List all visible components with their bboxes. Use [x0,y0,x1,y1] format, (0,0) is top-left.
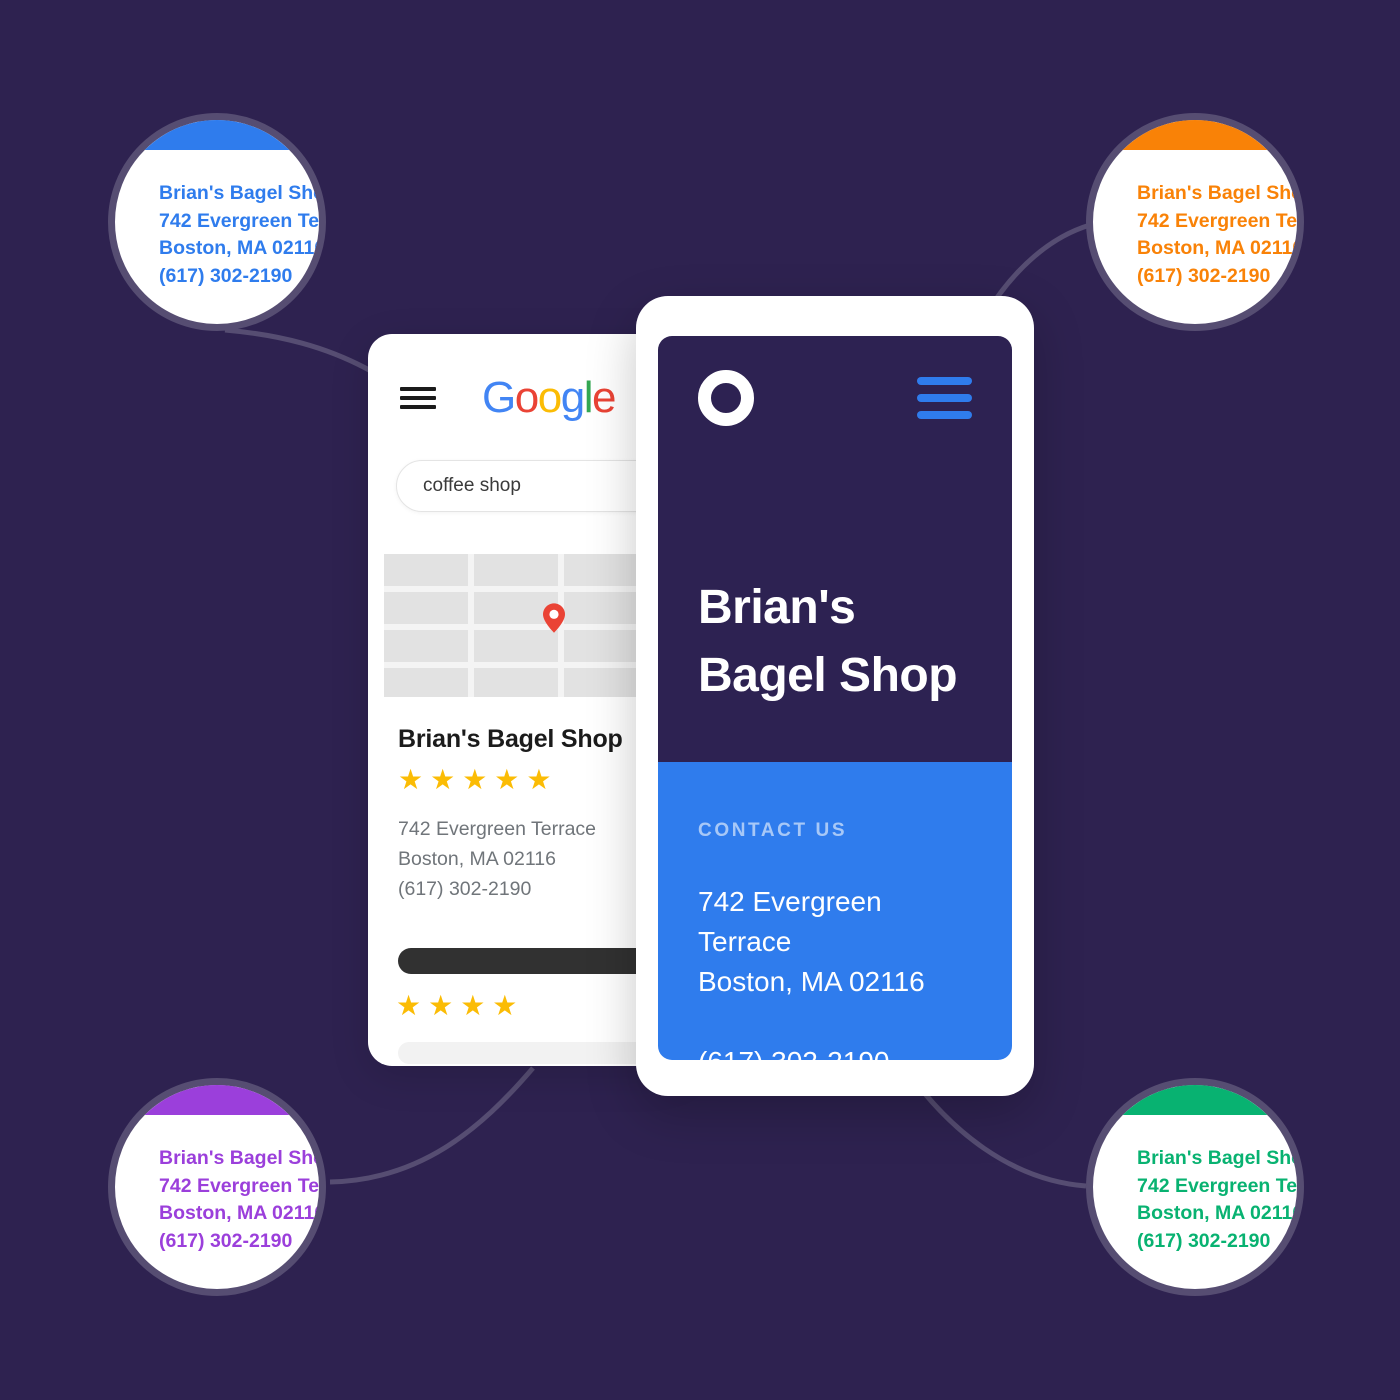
citation-line-street: 742 Evergreen Terrace [159,209,326,232]
citation-bubble-top-left[interactable]: Brian's Bagel Shop 742 Evergreen Terrace… [108,113,326,331]
hamburger-bar [917,394,972,402]
map-block [384,630,468,662]
citation-bubble-bottom-left[interactable]: Brian's Bagel Shop 742 Evergreen Terrace… [108,1078,326,1296]
google-logo-letter: g [560,373,585,422]
citation-text-block: Brian's Bagel Shop 742 Evergreen Terrace… [159,180,326,290]
site-contact-section: CONTACT US 742 Evergreen Terrace Boston,… [658,762,1012,1060]
citation-text-block: Brian's Bagel Shop 742 Evergreen Terrace… [1137,1145,1304,1255]
connector-bottom-left [329,1066,535,1185]
site-hero-title: Brian's Bagel Shop [698,574,958,710]
citation-line-phone: (617) 302-2190 [1137,264,1271,287]
google-logo-letter: o [537,373,562,422]
google-logo-letter: o [514,373,539,422]
hamburger-icon[interactable] [917,377,972,419]
site-hero-title-line1: Brian's [698,581,856,634]
search-input-value: coffee shop [423,475,521,496]
hamburger-bar [917,377,972,385]
citation-line-street: 742 Evergreen Terrace [1137,1174,1304,1197]
citation-line-phone: (617) 302-2190 [159,264,293,287]
hamburger-bar [917,411,972,419]
citation-line-street: 742 Evergreen Terrace [1137,209,1304,232]
site-hero-section: Brian's Bagel Shop [658,336,1012,762]
google-logo: Google [482,373,616,422]
contact-address-line1: 742 Evergreen Terrace [698,886,882,957]
map-block [384,668,468,697]
citation-accent-bar [1093,120,1297,150]
map-block [474,630,558,662]
site-nav-row [698,370,972,426]
google-logo-letter: G [482,373,516,422]
hamburger-bar [400,396,436,400]
citation-line-name: Brian's Bagel Shop [159,182,326,204]
citation-line-street: 742 Evergreen Terrace [159,1174,326,1197]
citation-line-city: Boston, MA 02116 [159,237,326,259]
citation-line-city: Boston, MA 02116 [1137,237,1304,259]
contact-address-line2: Boston, MA 02116 [698,966,925,997]
hamburger-bar [400,387,436,391]
google-logo-letter: l [583,373,594,422]
hamburger-bar [400,405,436,409]
map-block [384,592,468,624]
citation-line-name: Brian's Bagel Shop [1137,182,1304,204]
hamburger-icon[interactable] [400,385,436,411]
contact-phone: (617) 302-2190 [698,1042,972,1060]
map-block [474,554,558,586]
citation-accent-bar [115,1085,319,1115]
citation-accent-bar [115,120,319,150]
bagel-ring-logo-icon[interactable] [698,370,754,426]
citation-line-city: Boston, MA 02116 [1137,1202,1304,1224]
citation-accent-bar [1093,1085,1297,1115]
citation-line-phone: (617) 302-2190 [159,1229,293,1252]
google-logo-letter: e [591,373,616,422]
contact-address: 742 Evergreen Terrace Boston, MA 02116 [698,882,972,1002]
business-site-screen: Brian's Bagel Shop CONTACT US 742 Evergr… [658,336,1012,1060]
citation-text-block: Brian's Bagel Shop 742 Evergreen Terrace… [1137,180,1304,290]
business-site-phone-mockup: Brian's Bagel Shop CONTACT US 742 Evergr… [636,296,1034,1096]
canvas: Brian's Bagel Shop 742 Evergreen Terrace… [0,0,1400,1400]
citation-line-name: Brian's Bagel Shop [1137,1147,1304,1169]
citation-bubble-bottom-right[interactable]: Brian's Bagel Shop 742 Evergreen Terrace… [1086,1078,1304,1296]
citation-bubble-top-right[interactable]: Brian's Bagel Shop 742 Evergreen Terrace… [1086,113,1304,331]
citation-line-city: Boston, MA 02116 [159,1202,326,1224]
citation-line-name: Brian's Bagel Shop [159,1147,326,1169]
citation-text-block: Brian's Bagel Shop 742 Evergreen Terrace… [159,1145,326,1255]
map-block [384,554,468,586]
contact-heading: CONTACT US [698,820,848,841]
map-pin-icon[interactable] [543,603,565,633]
citation-line-phone: (617) 302-2190 [1137,1229,1271,1252]
map-block [474,668,558,697]
site-hero-title-line2: Bagel Shop [698,649,958,702]
